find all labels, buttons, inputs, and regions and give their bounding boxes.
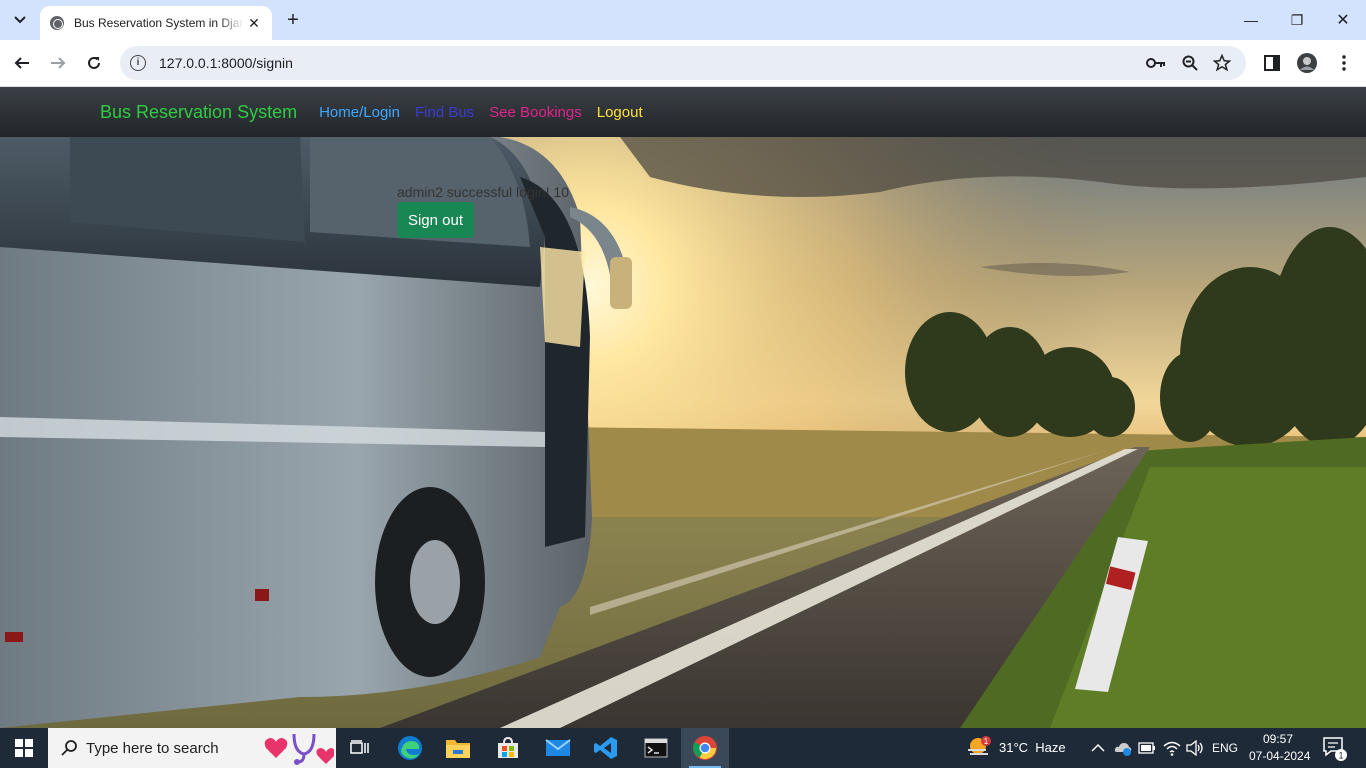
side-panel-icon[interactable] bbox=[1262, 53, 1282, 73]
vscode-icon bbox=[594, 737, 617, 759]
zoom-icon[interactable] bbox=[1180, 53, 1200, 73]
profile-avatar[interactable] bbox=[1297, 53, 1317, 73]
kebab-menu-icon[interactable] bbox=[1334, 53, 1354, 73]
nav-link-home-login[interactable]: Home/Login bbox=[319, 104, 400, 121]
minimize-button[interactable]: — bbox=[1228, 0, 1274, 40]
site-navbar: Bus Reservation System Home/Login Find B… bbox=[0, 87, 1366, 137]
key-icon[interactable] bbox=[1146, 53, 1166, 73]
bus-on-highway-image bbox=[0, 137, 1366, 728]
reload-icon bbox=[88, 56, 100, 69]
taskbar-microsoft-store[interactable] bbox=[484, 728, 532, 768]
brand-link[interactable]: Bus Reservation System bbox=[100, 102, 297, 123]
arrow-right-icon bbox=[51, 57, 66, 69]
clock-date[interactable]: 07-04-2024 bbox=[1249, 749, 1310, 763]
close-window-button[interactable]: ✕ bbox=[1320, 0, 1366, 40]
chrome-icon bbox=[693, 736, 717, 760]
clock-time[interactable]: 09:57 bbox=[1263, 732, 1293, 746]
weather-text[interactable]: 31°C Haze bbox=[999, 740, 1066, 755]
weather-sun-haze-icon[interactable]: 1 bbox=[966, 736, 992, 758]
onedrive-icon[interactable] bbox=[1114, 740, 1132, 756]
nav-link-logout[interactable]: Logout bbox=[597, 104, 643, 121]
reload-button[interactable] bbox=[80, 49, 108, 77]
windows-taskbar: Type here to search 1 31°C Haze ENG 09:5… bbox=[0, 728, 1366, 768]
sign-out-button[interactable]: Sign out bbox=[397, 202, 474, 238]
browser-tabstrip: Bus Reservation System in Django ✕ + — ❐… bbox=[0, 0, 1366, 40]
arrow-left-icon bbox=[14, 57, 29, 69]
site-info-icon[interactable]: i bbox=[130, 55, 146, 71]
chevron-up-icon[interactable] bbox=[1091, 743, 1105, 753]
globe-icon bbox=[50, 16, 64, 30]
store-icon bbox=[498, 736, 518, 758]
active-tab[interactable]: Bus Reservation System in Django ✕ bbox=[40, 6, 272, 40]
wifi-icon[interactable] bbox=[1163, 740, 1181, 756]
chevron-down-icon bbox=[14, 16, 26, 24]
health-doodle-icon bbox=[264, 733, 334, 765]
taskbar-file-explorer[interactable] bbox=[434, 728, 482, 768]
volume-icon[interactable] bbox=[1186, 740, 1204, 756]
url-text[interactable]: 127.0.0.1:8000/signin bbox=[159, 55, 293, 71]
browser-toolbar: i 127.0.0.1:8000/signin bbox=[0, 40, 1366, 87]
forward-button[interactable] bbox=[44, 49, 72, 77]
tab-search-button[interactable] bbox=[6, 7, 34, 33]
taskbar-chrome[interactable] bbox=[681, 728, 729, 768]
nav-link-see-bookings[interactable]: See Bookings bbox=[489, 104, 582, 121]
folder-icon bbox=[446, 740, 470, 758]
new-tab-button[interactable]: + bbox=[282, 9, 304, 31]
back-button[interactable] bbox=[8, 49, 36, 77]
restore-button[interactable]: ❐ bbox=[1274, 0, 1320, 40]
search-icon bbox=[61, 740, 77, 756]
tab-close-button[interactable]: ✕ bbox=[246, 15, 262, 32]
terminal-icon bbox=[644, 738, 668, 758]
weather-badge: 1 bbox=[984, 737, 989, 746]
language-indicator[interactable]: ENG bbox=[1212, 741, 1238, 755]
search-placeholder: Type here to search bbox=[86, 739, 219, 757]
star-icon[interactable] bbox=[1212, 53, 1232, 73]
taskbar-vscode[interactable] bbox=[582, 728, 630, 768]
hero-background-image: admin2 successful login! 10 Sign out bbox=[0, 137, 1366, 728]
taskbar-edge[interactable] bbox=[386, 728, 434, 768]
taskbar-mail[interactable] bbox=[534, 728, 582, 768]
notification-center-icon[interactable]: 1 bbox=[1322, 736, 1348, 762]
task-view-button[interactable] bbox=[336, 728, 384, 768]
windows-logo-icon bbox=[15, 739, 33, 757]
address-bar[interactable]: i 127.0.0.1:8000/signin bbox=[120, 46, 1246, 80]
tab-title: Bus Reservation System in Django bbox=[74, 16, 244, 30]
battery-icon[interactable] bbox=[1138, 742, 1156, 754]
taskbar-search-box[interactable]: Type here to search bbox=[48, 728, 336, 768]
nav-link-find-bus[interactable]: Find Bus bbox=[415, 104, 474, 121]
login-status-message: admin2 successful login! 10 bbox=[397, 184, 569, 200]
notification-count: 1 bbox=[1338, 751, 1343, 761]
taskbar-terminal[interactable] bbox=[632, 728, 680, 768]
task-view-icon bbox=[350, 740, 369, 754]
page-content: Bus Reservation System Home/Login Find B… bbox=[0, 87, 1366, 728]
edge-icon bbox=[398, 736, 422, 760]
mail-icon bbox=[545, 739, 571, 756]
start-button[interactable] bbox=[0, 728, 48, 768]
